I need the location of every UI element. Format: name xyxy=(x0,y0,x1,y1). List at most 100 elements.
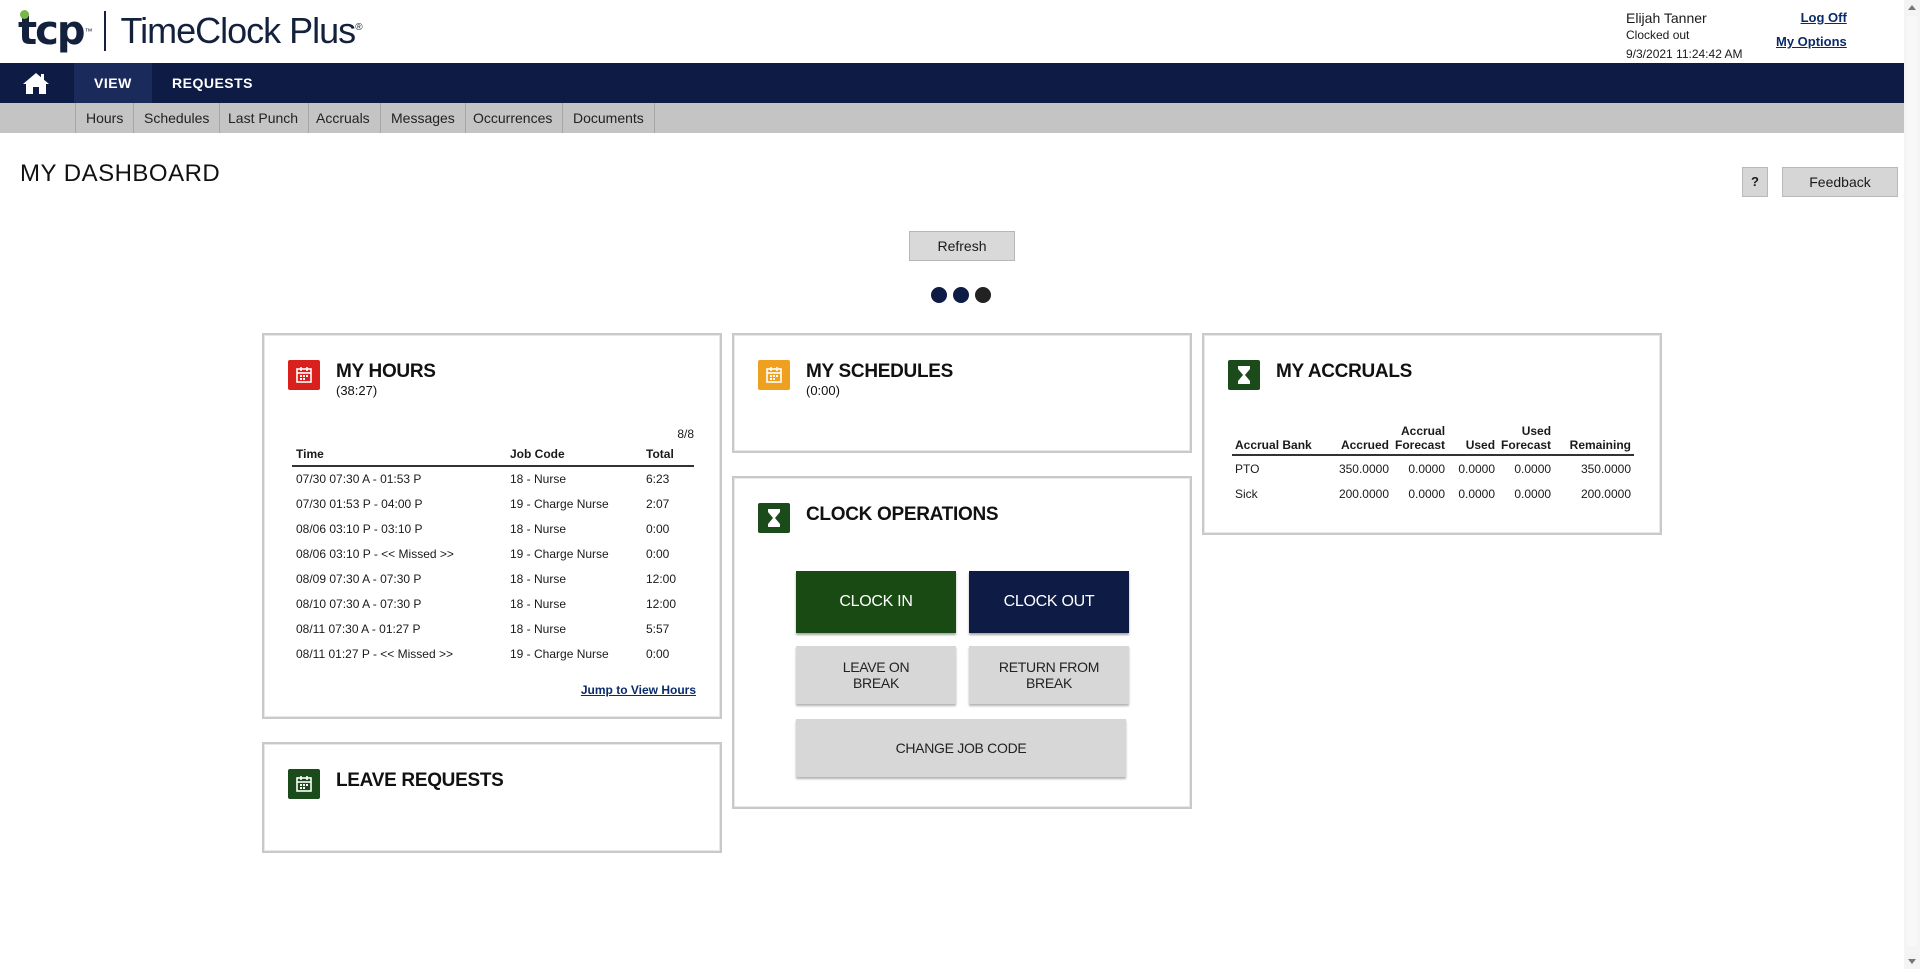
hourglass-icon xyxy=(1228,360,1260,390)
refresh-button[interactable]: Refresh xyxy=(909,231,1015,261)
home-icon xyxy=(23,73,49,94)
cell-used: 0.0000 xyxy=(1458,461,1496,476)
logo-divider xyxy=(104,11,107,51)
header-links: Log Off My Options xyxy=(1776,10,1847,58)
cell-remaining: 200.0000 xyxy=(1580,487,1631,501)
hours-table: Time Job Code Total 07/30 07:30 A - 01:5… xyxy=(292,443,694,666)
cell-used-forecast: 0.0000 xyxy=(1514,461,1552,476)
my-options-link[interactable]: My Options xyxy=(1776,34,1847,49)
cell-accrual-forecast: 0.0000 xyxy=(1408,487,1446,501)
table-row[interactable]: 08/10 07:30 A - 07:30 P 18 - Nurse 12:00 xyxy=(292,591,694,616)
nav-requests[interactable]: REQUESTS xyxy=(152,63,273,103)
cell-job-code: 18 - Nurse xyxy=(510,621,567,636)
hourglass-icon xyxy=(758,503,790,533)
cell-job-code: 19 - Charge Nurse xyxy=(510,496,609,511)
my-hours-total: (38:27) xyxy=(336,383,378,398)
loading-indicator xyxy=(931,287,991,303)
clock-out-button[interactable]: CLOCK OUT xyxy=(969,571,1129,633)
page-title: MY DASHBOARD xyxy=(20,160,221,187)
cell-used-forecast: 0.0000 xyxy=(1514,487,1552,501)
nav-view[interactable]: VIEW xyxy=(74,63,152,103)
cell-job-code: 18 - Nurse xyxy=(510,596,567,611)
subnav-hours[interactable]: Hours xyxy=(75,103,135,133)
cell-time: 08/09 07:30 A - 07:30 P xyxy=(296,571,422,586)
clock-operations-card: CLOCK OPERATIONS CLOCK IN CLOCK OUT LEAV… xyxy=(732,476,1192,809)
table-row[interactable]: PTO 350.0000 0.0000 0.0000 0.0000 350.00… xyxy=(1232,455,1634,481)
my-hours-title: MY HOURS xyxy=(336,361,436,382)
table-row[interactable]: 08/06 03:10 P - << Missed >> 19 - Charge … xyxy=(292,541,694,566)
clock-in-button[interactable]: CLOCK IN xyxy=(796,571,956,633)
cell-total: 5:57 xyxy=(646,621,670,636)
cell-time: 08/10 07:30 A - 07:30 P xyxy=(296,596,422,611)
table-row[interactable]: 08/06 03:10 P - 03:10 P 18 - Nurse 0:00 xyxy=(292,516,694,541)
table-row[interactable]: Sick 200.0000 0.0000 0.0000 0.0000 200.0… xyxy=(1232,481,1634,507)
subnav-schedules[interactable]: Schedules xyxy=(134,103,221,133)
cell-accrued: 350.0000 xyxy=(1338,461,1389,476)
feedback-button[interactable]: Feedback xyxy=(1782,167,1898,197)
column-header-used: Used xyxy=(1448,421,1499,456)
my-hours-card: MY HOURS (38:27) 8/8 Time Job Code Total… xyxy=(262,333,722,719)
cell-total: 2:07 xyxy=(646,496,670,511)
return-from-break-label-2: BREAK xyxy=(1026,675,1072,691)
cell-used: 0.0000 xyxy=(1458,487,1496,501)
cell-time: 08/06 03:10 P - << Missed >> xyxy=(296,546,454,561)
table-header-row: Time Job Code Total xyxy=(292,443,694,467)
leave-requests-card: LEAVE REQUESTS xyxy=(262,742,722,853)
logo[interactable]: tcp ™ TimeClock Plus® xyxy=(18,8,363,54)
clock-operations-title: CLOCK OPERATIONS xyxy=(806,504,999,525)
leave-on-break-button[interactable]: LEAVE ON BREAK xyxy=(796,646,956,704)
home-button[interactable] xyxy=(0,63,72,103)
scroll-down-arrow[interactable] xyxy=(1908,959,1916,964)
return-from-break-button[interactable]: RETURN FROM BREAK xyxy=(969,646,1129,704)
column-header-remaining: Remaining xyxy=(1554,421,1634,456)
cell-accrued: 200.0000 xyxy=(1338,487,1389,501)
change-job-code-button[interactable]: CHANGE JOB CODE xyxy=(796,719,1126,777)
accruals-table: Accrual Bank Accrued Accrual Forecast Us… xyxy=(1232,421,1634,507)
subnav-accruals[interactable]: Accruals xyxy=(306,103,381,133)
subnav-documents[interactable]: Documents xyxy=(563,103,655,133)
header: tcp ™ TimeClock Plus® Elijah Tanner Cloc… xyxy=(0,0,1904,63)
main-nav: VIEW REQUESTS xyxy=(0,63,1904,103)
cell-remaining: 350.0000 xyxy=(1580,461,1631,476)
my-schedules-card: MY SCHEDULES (0:00) xyxy=(732,333,1192,453)
user-status: Clocked out xyxy=(1626,28,1690,42)
log-off-link[interactable]: Log Off xyxy=(1776,10,1847,25)
subnav-messages[interactable]: Messages xyxy=(381,103,466,133)
subnav-occurrences[interactable]: Occurrences xyxy=(463,103,564,133)
table-row[interactable]: 08/11 07:30 A - 01:27 P 18 - Nurse 5:57 xyxy=(292,616,694,641)
cell-total: 0:00 xyxy=(646,521,670,536)
scroll-up-arrow[interactable] xyxy=(1908,5,1916,10)
table-row[interactable]: 08/11 01:27 P - << Missed >> 19 - Charge … xyxy=(292,641,694,666)
column-header-accrued: Accrued xyxy=(1328,421,1392,456)
sub-nav: Hours Schedules Last Punch Accruals Mess… xyxy=(0,103,1904,133)
leave-requests-title: LEAVE REQUESTS xyxy=(336,770,504,791)
cell-job-code: 19 - Charge Nurse xyxy=(510,546,609,561)
column-header-total: Total xyxy=(642,443,694,467)
my-schedules-title: MY SCHEDULES xyxy=(806,361,954,382)
cell-bank: Sick xyxy=(1235,487,1258,501)
cell-time: 08/06 03:10 P - 03:10 P xyxy=(296,521,423,536)
table-row[interactable]: 07/30 01:53 P - 04:00 P 19 - Charge Nurse… xyxy=(292,491,694,516)
my-accruals-card: MY ACCRUALS Accrual Bank Accrued Accrual… xyxy=(1202,333,1662,535)
cell-time: 08/11 01:27 P - << Missed >> xyxy=(296,646,453,661)
column-header-accrual-forecast: Accrual Forecast xyxy=(1392,421,1449,456)
leave-on-break-label-2: BREAK xyxy=(853,675,899,691)
table-row[interactable]: 07/30 07:30 A - 01:53 P 18 - Nurse 6:23 xyxy=(292,466,694,491)
jump-to-view-hours-link[interactable]: Jump to View Hours xyxy=(581,683,696,697)
subnav-last-punch[interactable]: Last Punch xyxy=(218,103,310,133)
cell-job-code: 18 - Nurse xyxy=(510,472,567,486)
help-button[interactable]: ? xyxy=(1742,167,1768,197)
calendar-icon xyxy=(288,360,320,390)
calendar-icon xyxy=(758,360,790,390)
calendar-icon xyxy=(288,769,320,799)
scroll-thumb[interactable] xyxy=(1907,16,1917,946)
cell-total: 0:00 xyxy=(646,646,670,661)
page-scrollbar[interactable] xyxy=(1904,0,1920,969)
leave-on-break-label-1: LEAVE ON xyxy=(842,659,910,675)
return-from-break-label-1: RETURN FROM xyxy=(998,659,1100,675)
cell-total: 6:23 xyxy=(646,472,670,486)
cell-job-code: 18 - Nurse xyxy=(510,521,567,536)
logo-name: TimeClock Plus® xyxy=(120,10,362,51)
table-row[interactable]: 08/09 07:30 A - 07:30 P 18 - Nurse 12:00 xyxy=(292,566,694,591)
column-header-used-forecast: Used Forecast xyxy=(1498,421,1555,456)
